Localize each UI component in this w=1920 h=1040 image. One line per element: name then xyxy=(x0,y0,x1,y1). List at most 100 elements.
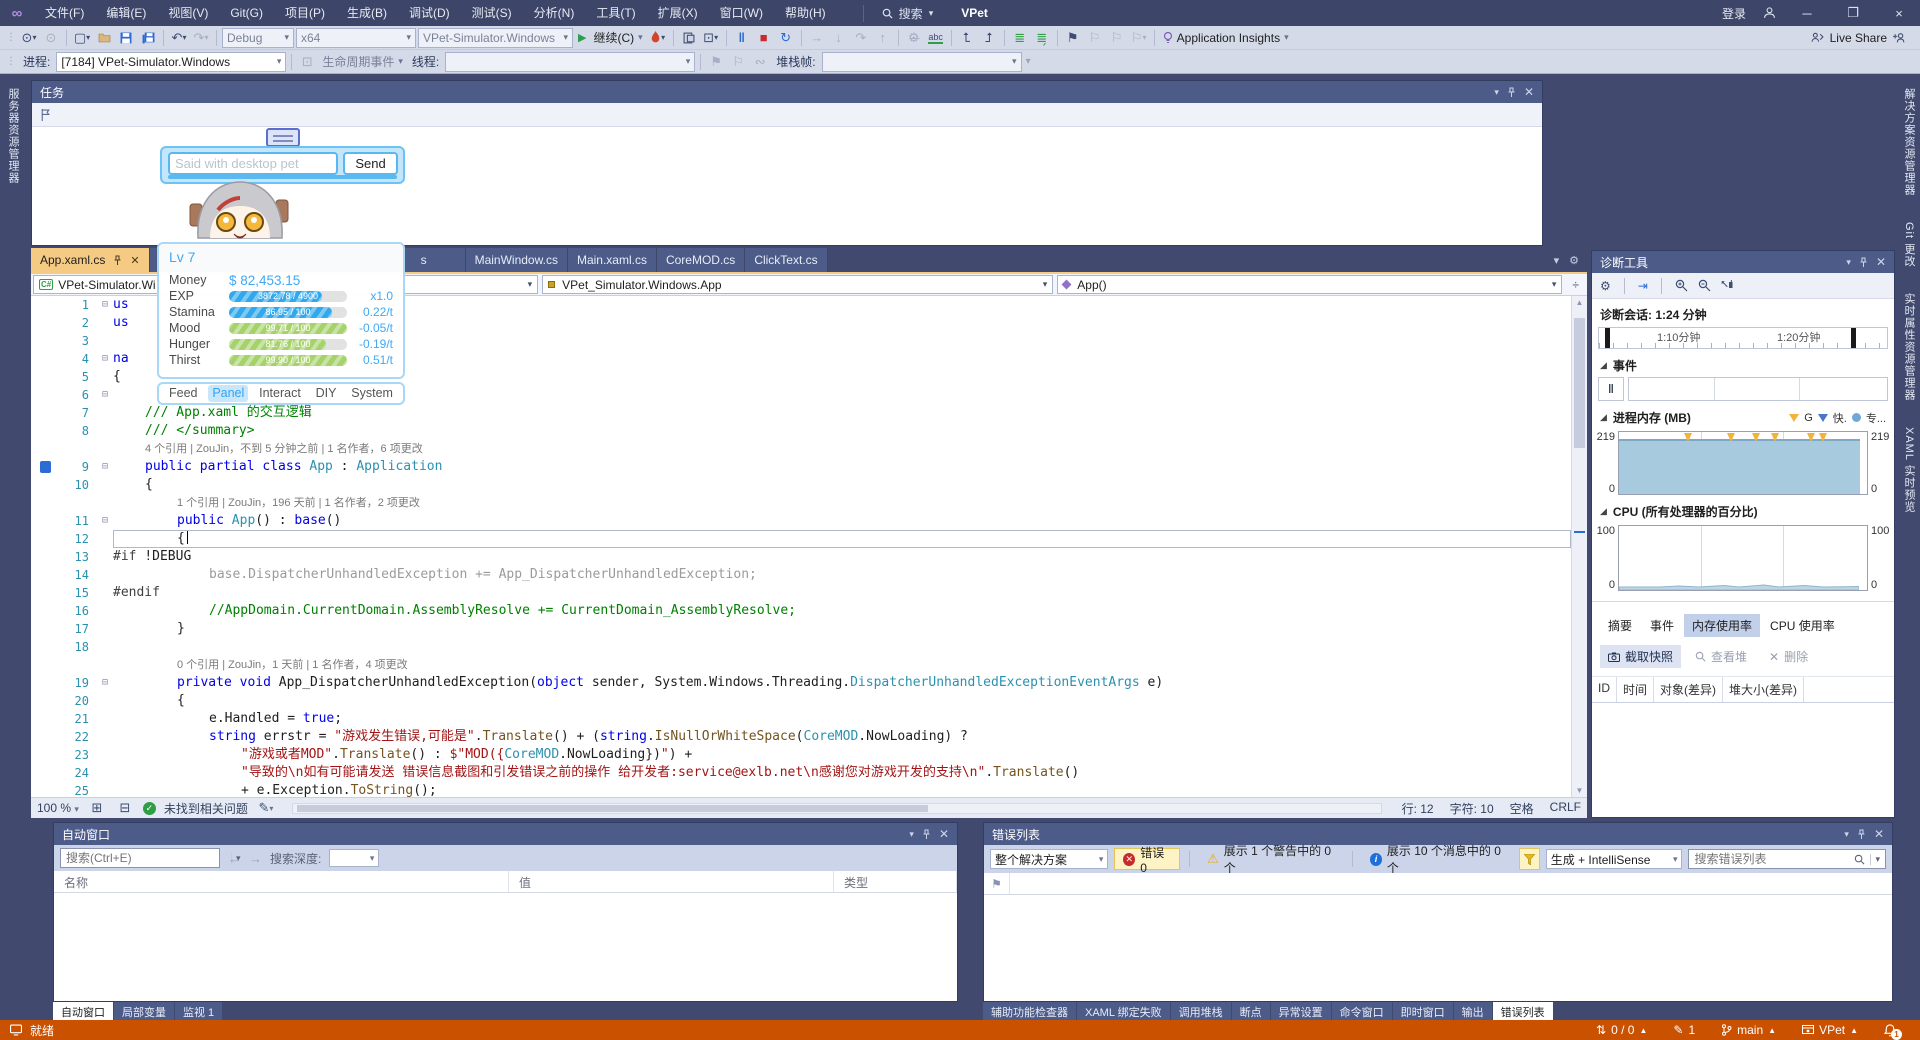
warnings-filter-button[interactable]: ⚠ 展示 1 个警告中的 0 个 xyxy=(1199,844,1343,875)
filter-icon[interactable] xyxy=(1519,848,1540,870)
pause-icon[interactable]: ‖ xyxy=(732,28,752,48)
menu-item-10[interactable]: 工具(T) xyxy=(585,0,646,26)
codelens-row[interactable]: 0 个引用 | ZouJin，1 天前 | 1 名作者，4 项更改 xyxy=(31,656,1571,674)
window-options-icon[interactable]: ▾ xyxy=(1844,829,1849,840)
search-input[interactable] xyxy=(1694,852,1850,866)
show-next-statement-icon[interactable]: → xyxy=(807,28,827,48)
snapshot-column-2[interactable]: 时间 xyxy=(1617,677,1655,702)
navigate-forward-icon[interactable]: ⊙ xyxy=(41,28,61,48)
fold-collapse-icon[interactable]: ⊟ xyxy=(97,350,113,368)
snapshot-column-1[interactable]: ID xyxy=(1592,677,1617,702)
codelens-text[interactable]: 1 个引用 | ZouJin，196 天前 | 1 名作者，2 项更改 xyxy=(113,494,1571,512)
window-options-icon[interactable]: ▾ xyxy=(909,829,914,840)
breakpoint-margin[interactable] xyxy=(31,296,61,314)
snapshot-column-4[interactable]: 堆大小(差异) xyxy=(1723,677,1805,702)
lifecycle-events-dropdown[interactable]: 生命周期事件 ▾ xyxy=(319,53,406,70)
close-icon[interactable]: ✕ xyxy=(1524,85,1534,99)
pin-icon[interactable] xyxy=(1507,87,1516,98)
pet-tab-5[interactable]: System xyxy=(347,385,397,402)
text-visualizer-icon[interactable]: abc xyxy=(926,28,946,48)
memory-section-header[interactable]: ◢ 进程内存 (MB) G 快. 专... xyxy=(1592,401,1894,429)
diff-icon[interactable]: ⊟ xyxy=(115,798,135,818)
codelens-row[interactable]: 4 个引用 | ZouJin，不到 5 分钟之前 | 1 名作者，6 项更改 xyxy=(31,440,1571,458)
close-icon[interactable]: ✕ xyxy=(1876,255,1886,269)
breakpoint-margin[interactable] xyxy=(31,350,61,368)
bottom-tab-3[interactable]: 监视 1 xyxy=(175,1002,223,1020)
breakpoint-margin[interactable] xyxy=(31,602,61,620)
breakpoint-margin[interactable] xyxy=(31,728,61,746)
menu-item-2[interactable]: 编辑(E) xyxy=(95,0,157,26)
pet-chat-input[interactable] xyxy=(168,152,338,175)
menu-item-13[interactable]: 帮助(H) xyxy=(774,0,837,26)
breakpoint-margin[interactable] xyxy=(31,494,61,512)
bottom-tab-6[interactable]: 命令窗口 xyxy=(1331,1002,1392,1020)
memory-chart-plot[interactable] xyxy=(1618,431,1868,495)
chevron-down-icon[interactable]: ▾ xyxy=(1870,853,1880,865)
redo-icon[interactable]: ↷ ▾ xyxy=(191,28,211,48)
breakpoint-settings-icon[interactable]: ⚙̶ xyxy=(904,28,924,48)
step-out-icon[interactable]: ↑ xyxy=(873,28,893,48)
pet-tab-1[interactable]: Feed xyxy=(165,385,202,402)
scrollbar-thumb[interactable] xyxy=(1574,318,1585,448)
pet-tab-2[interactable]: Panel xyxy=(208,385,249,402)
sync-status[interactable]: ⇅ 0 / 0 ▲ xyxy=(1596,1023,1647,1037)
breakpoint-margin[interactable] xyxy=(31,656,61,674)
stop-icon[interactable]: ■ xyxy=(754,28,774,48)
codelens-text[interactable]: 4 个引用 | ZouJin，不到 5 分钟之前 | 1 名作者，6 项更改 xyxy=(113,440,1571,458)
attach-icon[interactable] xyxy=(679,28,699,48)
code-line-8[interactable]: 8 /// </summary> xyxy=(31,422,1571,440)
code-line-20[interactable]: 20 { xyxy=(31,692,1571,710)
diagnostics-tab-3[interactable]: 内存使用率 xyxy=(1684,614,1761,637)
eol-indicator[interactable]: CRLF xyxy=(1550,800,1581,817)
code-line-18[interactable]: 18 xyxy=(31,638,1571,656)
code-line-9[interactable]: 9 ⊟ public partial class App : Application xyxy=(31,458,1571,476)
menu-item-1[interactable]: 文件(F) xyxy=(34,0,95,26)
breakpoint-margin[interactable] xyxy=(31,314,61,332)
breakpoint-margin[interactable] xyxy=(31,386,61,404)
tasks-title-bar[interactable]: 任务 ▾ ✕ xyxy=(32,81,1542,103)
error-list-content[interactable] xyxy=(984,895,1892,1001)
process-dropdown[interactable]: [7184] VPet-Simulator.Windows ▾ xyxy=(56,51,287,72)
diagnostics-tab-2[interactable]: 事件 xyxy=(1642,614,1682,637)
timeline-ruler[interactable]: 1:10分钟 1:20分钟 xyxy=(1598,327,1888,349)
pin-icon[interactable] xyxy=(1857,829,1866,840)
breakpoint-margin[interactable] xyxy=(31,476,61,494)
pin-icon[interactable] xyxy=(922,829,931,840)
bottom-tab-7[interactable]: 即时窗口 xyxy=(1392,1002,1453,1020)
range-handle-right[interactable] xyxy=(1851,328,1856,348)
code-line-7[interactable]: 7 /// App.xaml 的交互逻辑 xyxy=(31,404,1571,422)
events-section-header[interactable]: ◢ 事件 xyxy=(1592,349,1894,377)
code-cleanup-icon[interactable]: ✎ ▾ xyxy=(256,798,276,818)
code-text[interactable]: public App() : base() xyxy=(113,512,1571,530)
pet-note-icon[interactable] xyxy=(266,128,300,147)
code-text[interactable]: #if !DEBUG xyxy=(113,548,1571,566)
window-options-icon[interactable]: ▾ xyxy=(1494,87,1499,98)
autos-column-1[interactable]: 名称 xyxy=(54,871,509,892)
code-line-24[interactable]: 24 "导致的\n如有可能请发送 错误信息截图和引发错误之前的操作 给开发者:se… xyxy=(31,764,1571,782)
prev-bookmark-icon[interactable]: ⚐ xyxy=(1085,28,1105,48)
pin-icon[interactable] xyxy=(1859,257,1868,268)
right-strip-tab-2[interactable]: Git 更改 xyxy=(1897,216,1919,273)
title-search[interactable]: 搜索 ▾ xyxy=(862,4,933,22)
take-snapshot-button[interactable]: 截取快照 xyxy=(1600,645,1682,668)
breakpoint-margin[interactable] xyxy=(31,746,61,764)
breakpoint-margin[interactable] xyxy=(31,620,61,638)
autos-column-3[interactable]: 类型 xyxy=(834,871,957,892)
tab-mainwindow-cs[interactable]: MainWindow.cs xyxy=(465,248,568,272)
code-line-13[interactable]: 13 #if !DEBUG xyxy=(31,548,1571,566)
menu-item-3[interactable]: 视图(V) xyxy=(157,0,219,26)
range-handle-left[interactable] xyxy=(1605,328,1610,348)
right-strip-tab-4[interactable]: XAML 实时预览 xyxy=(1897,421,1919,519)
view-heap-button[interactable]: 查看堆 xyxy=(1687,645,1755,668)
account-icon[interactable] xyxy=(1756,0,1782,26)
code-text[interactable]: "游戏或者MOD".Translate() : $"MOD({CoreMOD.N… xyxy=(113,746,1571,764)
flag-column-icon[interactable]: ⚑ xyxy=(984,873,1010,894)
code-line-21[interactable]: 21 e.Handled = true; xyxy=(31,710,1571,728)
thread-dropdown[interactable]: ▾ xyxy=(445,51,696,72)
indent-icon[interactable]: ≣ xyxy=(1010,28,1030,48)
new-file-icon[interactable]: ▢ ▾ xyxy=(72,28,92,48)
autos-content[interactable] xyxy=(54,893,957,1001)
minimize-button[interactable]: ─ xyxy=(1786,0,1828,26)
send-button[interactable]: Send xyxy=(343,152,398,175)
search-input[interactable] xyxy=(66,851,221,865)
